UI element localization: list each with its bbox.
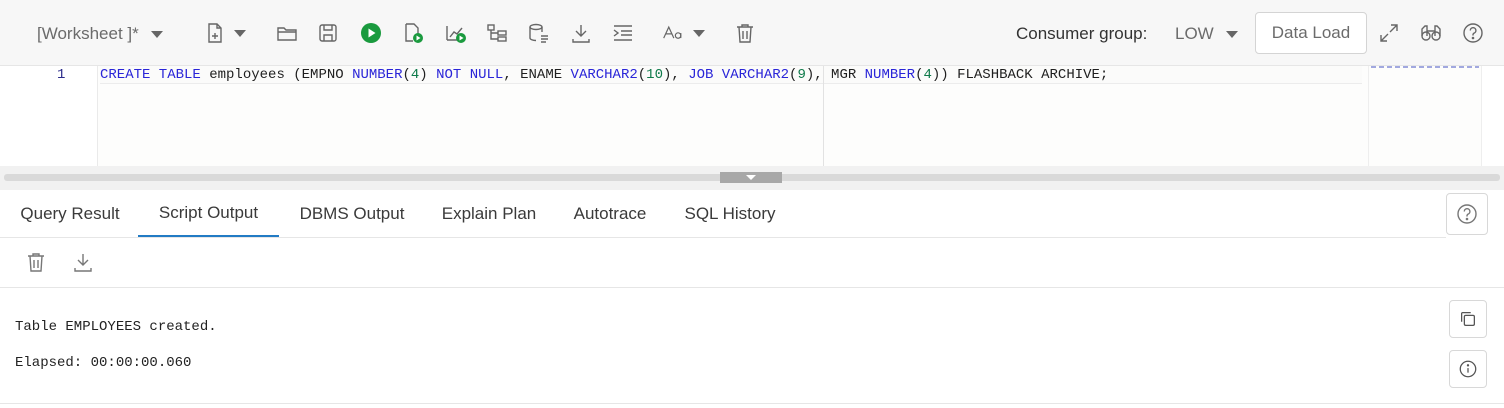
tab-label: Explain Plan bbox=[441, 204, 537, 223]
run-statement-icon[interactable] bbox=[359, 20, 383, 46]
help-icon bbox=[1457, 204, 1477, 224]
tab-sql-history[interactable]: SQL History bbox=[666, 190, 794, 238]
chevron-down-icon[interactable] bbox=[693, 30, 705, 37]
tab-explain-plan[interactable]: Explain Plan bbox=[424, 190, 554, 238]
download-icon[interactable] bbox=[569, 20, 593, 46]
clear-icon[interactable] bbox=[733, 20, 757, 46]
code-token: employees (EMPNO bbox=[200, 67, 353, 83]
tab-label: DBMS Output bbox=[299, 204, 405, 223]
tab-label: Script Output bbox=[158, 202, 259, 222]
output-line: Table EMPLOYEES created. bbox=[15, 319, 217, 335]
sql-code-line[interactable]: CREATE TABLE employees (EMPNO NUMBER(4) … bbox=[100, 67, 1108, 84]
open-icon[interactable] bbox=[275, 20, 299, 46]
binoculars-icon[interactable] bbox=[1419, 20, 1443, 46]
editor-minimap[interactable] bbox=[1368, 66, 1480, 166]
autotrace-icon[interactable] bbox=[485, 20, 509, 46]
consumer-group-value: LOW bbox=[1175, 24, 1214, 43]
code-token: NUMBER bbox=[864, 67, 916, 83]
data-load-button[interactable]: Data Load bbox=[1255, 12, 1367, 54]
editor-margin-guide bbox=[823, 66, 824, 166]
chevron-down-icon bbox=[1225, 30, 1238, 38]
output-help-button[interactable] bbox=[1446, 193, 1488, 235]
consumer-group-select[interactable]: LOW bbox=[1175, 24, 1238, 44]
chevron-down-icon bbox=[150, 30, 163, 38]
consumer-group-label: Consumer group: bbox=[1016, 24, 1148, 43]
code-token: 9 bbox=[797, 67, 806, 83]
tab-script-output[interactable]: Script Output bbox=[138, 190, 279, 238]
info-icon bbox=[1459, 360, 1477, 378]
tab-label: Autotrace bbox=[573, 204, 647, 223]
code-token: VARCHAR2 bbox=[570, 67, 638, 83]
code-token: 10 bbox=[646, 67, 663, 83]
splitter-grip[interactable] bbox=[720, 172, 782, 183]
copy-output-button[interactable] bbox=[1449, 300, 1487, 338]
chevron-down-icon[interactable] bbox=[234, 30, 246, 37]
line-number-gutter: 1 bbox=[0, 66, 98, 166]
code-token: 4 bbox=[923, 67, 932, 83]
data-load-label: Data Load bbox=[1271, 23, 1351, 42]
code-token: JOB VARCHAR2 bbox=[688, 67, 790, 83]
output-line: Elapsed: 00:00:00.060 bbox=[15, 355, 192, 371]
tab-dbms-output[interactable]: DBMS Output bbox=[281, 190, 423, 238]
download-output-icon[interactable] bbox=[71, 250, 95, 274]
save-icon[interactable] bbox=[316, 20, 340, 46]
expand-icon[interactable] bbox=[1377, 20, 1401, 46]
worksheet-label: [Worksheet ]* bbox=[37, 24, 139, 43]
code-token: ), bbox=[662, 67, 689, 83]
code-token: ( bbox=[637, 67, 647, 83]
panel-splitter[interactable] bbox=[0, 166, 1504, 190]
new-worksheet-icon[interactable] bbox=[203, 20, 227, 46]
explain-plan-icon[interactable] bbox=[444, 20, 468, 46]
line-number: 1 bbox=[57, 67, 66, 83]
output-tabs: Query Result Script Output DBMS Output E… bbox=[0, 190, 1504, 238]
sql-history-icon[interactable] bbox=[527, 20, 551, 46]
worksheet-toolbar: [Worksheet ]* Consumer group: LOW Data L… bbox=[0, 0, 1504, 66]
code-token: ( bbox=[402, 67, 411, 83]
script-output-panel: Table EMPLOYEES created. Elapsed: 00:00:… bbox=[0, 289, 1504, 404]
tab-label: Query Result bbox=[20, 204, 120, 223]
code-token: ), MGR bbox=[805, 67, 865, 83]
help-icon[interactable] bbox=[1461, 20, 1485, 46]
code-token: NOT NULL bbox=[436, 67, 504, 83]
run-script-icon[interactable] bbox=[401, 20, 425, 46]
minimap-line bbox=[1371, 66, 1479, 68]
sql-editor[interactable]: 1 CREATE TABLE employees (EMPNO NUMBER(4… bbox=[0, 66, 1504, 166]
code-token: ) bbox=[419, 67, 437, 83]
code-token: )) FLASHBACK ARCHIVE; bbox=[931, 67, 1109, 83]
format-icon[interactable] bbox=[611, 20, 635, 46]
tab-autotrace[interactable]: Autotrace bbox=[554, 190, 666, 238]
copy-icon bbox=[1461, 312, 1475, 326]
code-token: NUMBER bbox=[352, 67, 403, 83]
tab-label: SQL History bbox=[684, 204, 776, 223]
editor-scrollbar[interactable] bbox=[1481, 66, 1504, 166]
clear-output-icon[interactable] bbox=[24, 250, 48, 274]
output-toolbar bbox=[0, 238, 1504, 288]
collapse-arrow-icon bbox=[746, 175, 756, 180]
tab-query-result[interactable]: Query Result bbox=[0, 190, 140, 238]
font-size-icon[interactable] bbox=[660, 20, 686, 46]
worksheet-selector[interactable]: [Worksheet ]* bbox=[37, 22, 163, 46]
code-token: CREATE TABLE bbox=[100, 67, 201, 83]
info-button[interactable] bbox=[1449, 350, 1487, 388]
code-token: , ENAME bbox=[503, 67, 571, 83]
